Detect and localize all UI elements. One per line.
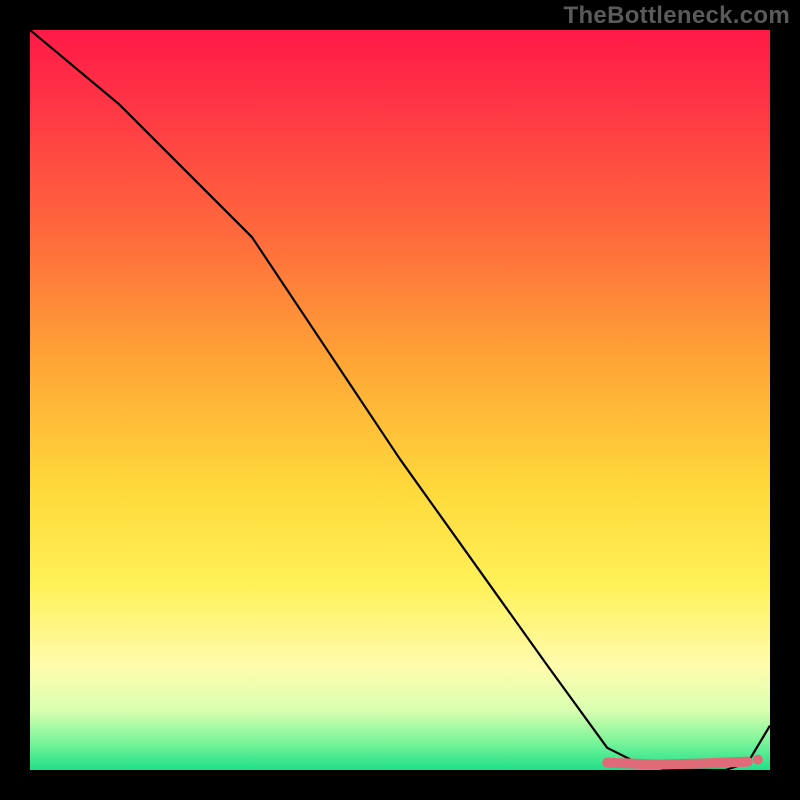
bottleneck-curve	[30, 30, 770, 770]
plot-area	[30, 30, 770, 770]
watermark-text: TheBottleneck.com	[564, 2, 790, 30]
chart-svg	[30, 30, 770, 770]
chart-frame: TheBottleneck.com	[0, 0, 800, 800]
valley-marker	[607, 755, 763, 765]
